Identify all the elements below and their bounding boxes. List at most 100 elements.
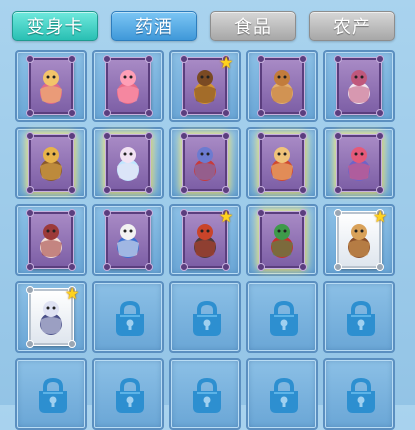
red-haired-demon-transform-card[interactable] bbox=[257, 132, 307, 194]
card-frame-knob bbox=[26, 340, 34, 348]
locked-slot[interactable] bbox=[169, 358, 241, 430]
card-frame-knob bbox=[68, 209, 76, 217]
inventory-slot[interactable] bbox=[15, 50, 87, 122]
locked-slot[interactable] bbox=[246, 281, 318, 353]
card-frame-knob bbox=[145, 263, 153, 271]
card-frame-knob bbox=[26, 209, 34, 217]
locked-slot[interactable] bbox=[323, 281, 395, 353]
inventory-slot[interactable] bbox=[15, 204, 87, 276]
inventory-slot[interactable] bbox=[15, 127, 87, 199]
card-frame-knob bbox=[334, 209, 342, 217]
locked-slot[interactable] bbox=[323, 358, 395, 430]
locked-slot[interactable] bbox=[92, 281, 164, 353]
purple-crab-transform-card[interactable] bbox=[334, 132, 384, 194]
card-frame-knob bbox=[145, 186, 153, 194]
card-frame-knob bbox=[257, 55, 265, 63]
card-frame-knob bbox=[26, 109, 34, 117]
red-dragon-transform-card[interactable] bbox=[257, 209, 307, 271]
locked-slot[interactable] bbox=[15, 358, 87, 430]
card-frame-knob bbox=[103, 55, 111, 63]
card-frame-knob bbox=[68, 340, 76, 348]
card-frame-knob bbox=[26, 263, 34, 271]
card-frame-knob bbox=[103, 109, 111, 117]
pink-monster-transform-card[interactable] bbox=[26, 55, 76, 117]
lock-icon bbox=[270, 300, 298, 336]
inventory-slot[interactable]: ★ bbox=[15, 281, 87, 353]
card-frame-knob bbox=[299, 263, 307, 271]
card-frame-knob bbox=[145, 132, 153, 140]
card-frame-knob bbox=[334, 55, 342, 63]
inventory-slot[interactable] bbox=[246, 127, 318, 199]
lock-icon bbox=[347, 377, 375, 413]
card-frame-knob bbox=[180, 263, 188, 271]
card-frame-knob bbox=[376, 263, 384, 271]
card-frame-knob bbox=[376, 132, 384, 140]
card-frame-knob bbox=[180, 55, 188, 63]
card-frame-knob bbox=[257, 109, 265, 117]
red-bird-transform-card[interactable] bbox=[180, 132, 230, 194]
inventory-slot[interactable]: ★ bbox=[169, 50, 241, 122]
star-icon: ★ bbox=[373, 207, 388, 226]
card-frame-knob bbox=[68, 186, 76, 194]
character-figure bbox=[117, 224, 139, 258]
card-frame-knob bbox=[145, 109, 153, 117]
card-frame-knob bbox=[376, 55, 384, 63]
lock-icon bbox=[116, 300, 144, 336]
character-figure bbox=[40, 147, 62, 181]
card-frame-knob bbox=[222, 109, 230, 117]
card-frame-knob bbox=[299, 209, 307, 217]
brown-gourd-monster-transform-card[interactable] bbox=[26, 132, 76, 194]
locked-slot[interactable] bbox=[246, 358, 318, 430]
character-figure bbox=[40, 224, 62, 258]
character-figure bbox=[117, 147, 139, 181]
inventory-slot[interactable] bbox=[92, 50, 164, 122]
star-icon: ★ bbox=[219, 53, 234, 72]
inventory-grid: ★ ★ ★ ★ bbox=[0, 0, 415, 430]
inventory-slot[interactable] bbox=[323, 127, 395, 199]
card-frame-knob bbox=[334, 132, 342, 140]
card-frame-knob bbox=[180, 209, 188, 217]
lock-icon bbox=[193, 300, 221, 336]
card-frame-knob bbox=[26, 286, 34, 294]
card-frame-knob bbox=[68, 132, 76, 140]
inventory-slot[interactable] bbox=[323, 50, 395, 122]
card-frame-knob bbox=[26, 132, 34, 140]
inventory-slot[interactable] bbox=[92, 127, 164, 199]
blue-winged-fairy-transform-card[interactable] bbox=[103, 132, 153, 194]
star-icon: ★ bbox=[65, 284, 80, 303]
card-frame-knob bbox=[334, 109, 342, 117]
inventory-slot[interactable] bbox=[92, 204, 164, 276]
blue-bear-transform-card[interactable] bbox=[103, 209, 153, 271]
card-frame-knob bbox=[299, 55, 307, 63]
card-frame-knob bbox=[26, 55, 34, 63]
inventory-slot[interactable] bbox=[246, 50, 318, 122]
inventory-slot[interactable] bbox=[169, 127, 241, 199]
dancer-lady-transform-card[interactable] bbox=[26, 209, 76, 271]
pink-flower-monster-transform-card[interactable] bbox=[103, 55, 153, 117]
card-frame-knob bbox=[299, 186, 307, 194]
card-frame-knob bbox=[376, 186, 384, 194]
character-figure bbox=[40, 301, 62, 335]
card-frame-knob bbox=[103, 132, 111, 140]
card-frame-knob bbox=[103, 263, 111, 271]
character-figure bbox=[194, 70, 216, 104]
lock-icon bbox=[347, 300, 375, 336]
white-fairy-transform-card[interactable] bbox=[334, 55, 384, 117]
card-frame-knob bbox=[222, 263, 230, 271]
star-icon: ★ bbox=[219, 207, 234, 226]
character-figure bbox=[348, 70, 370, 104]
character-figure bbox=[271, 224, 293, 258]
locked-slot[interactable] bbox=[92, 358, 164, 430]
inventory-slot[interactable] bbox=[246, 204, 318, 276]
card-frame-knob bbox=[68, 109, 76, 117]
locked-slot[interactable] bbox=[169, 281, 241, 353]
inventory-slot[interactable]: ★ bbox=[169, 204, 241, 276]
character-figure bbox=[348, 224, 370, 258]
card-frame-knob bbox=[299, 132, 307, 140]
card-frame-knob bbox=[103, 209, 111, 217]
tan-beast-transform-card[interactable] bbox=[257, 55, 307, 117]
card-frame-knob bbox=[145, 55, 153, 63]
card-frame-knob bbox=[257, 132, 265, 140]
inventory-slot[interactable]: ★ bbox=[323, 204, 395, 276]
card-frame-knob bbox=[145, 209, 153, 217]
